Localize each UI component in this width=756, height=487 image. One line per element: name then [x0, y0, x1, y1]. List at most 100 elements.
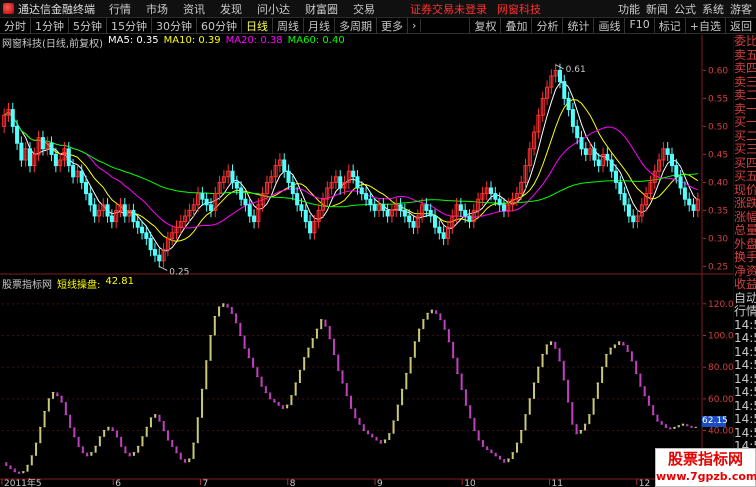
candle-body: [27, 148, 33, 167]
main-info-bar: 网窗科技(日线,前复权) MA5: 0.35 MA10: 0.39 MA20: …: [2, 35, 345, 50]
candle-body: [592, 148, 597, 161]
side-panel-label: 买四: [734, 156, 756, 170]
candle-body: [84, 181, 89, 195]
date-tick-label: 7: [203, 479, 209, 487]
candle-body: [372, 204, 377, 211]
candle-body: [92, 204, 97, 217]
candle-body: [364, 193, 369, 200]
ma10-line: [3, 98, 699, 242]
indicator-last-value: 62.15: [702, 416, 728, 427]
candle-body: [71, 165, 76, 178]
side-panel-label: 14:56: [734, 372, 756, 386]
side-panel-label: 14:56: [734, 359, 756, 372]
candle-body: [669, 153, 675, 167]
side-panel-label: 卖三: [734, 75, 756, 89]
candle-body: [687, 198, 692, 206]
price-tick-label: 0.25: [708, 262, 728, 272]
candle-body: [691, 204, 696, 211]
watermark-logo: 股票指标网 www.7gpzb.com: [655, 448, 756, 487]
side-panel-label: 卖一: [734, 102, 756, 116]
candle-body: [385, 209, 390, 217]
candle-body: [631, 215, 636, 223]
side-panel-label: 卖二: [734, 89, 756, 102]
candle-body: [40, 137, 45, 150]
candle-body: [557, 69, 562, 83]
side-panel-label: 委比: [734, 35, 756, 48]
side-panel-label: 买五: [734, 170, 756, 183]
side-panel-label: 行情: [734, 305, 756, 318]
quote-side-panel: 委比 卖五 卖四 卖三 卖二 卖一 买一 买二 买三 买四 买五 现价 涨跌 涨幅 总量 外盘 换手 净资 收益 自动…: [733, 35, 756, 487]
date-tick-label: 2011年5: [4, 477, 42, 487]
candle-body: [105, 204, 110, 217]
candle-body: [368, 198, 373, 206]
chart-canvas[interactable]: 0.60 0.55 0.50 0.45 0.40 0.35 0.30 0.25 120.0 10…: [0, 0, 733, 487]
candle-body: [286, 170, 291, 183]
candle-body: [609, 159, 614, 172]
candle-body: [441, 232, 446, 239]
low-price-label: 0.25: [169, 267, 189, 277]
price-annotations: 0.61 0.25: [159, 64, 586, 277]
high-price-label: 0.61: [566, 65, 586, 75]
candle-body: [308, 221, 313, 234]
candle-body: [200, 193, 205, 200]
watermark-line2: www.7gpzb.com: [656, 470, 756, 483]
candle-body: [243, 198, 248, 206]
candle-body: [66, 148, 71, 167]
candle-body: [613, 170, 618, 183]
indicator-title: 股票指标网: [2, 280, 52, 291]
side-panel-label: 卖五: [734, 48, 756, 62]
candle-body: [230, 170, 235, 183]
date-tick-label: 11: [552, 479, 563, 487]
candle-body: [252, 215, 257, 223]
ma20-label: MA20: 0.38: [225, 35, 283, 46]
side-panel-label: 14:56: [734, 413, 756, 426]
candle-body: [398, 204, 403, 211]
candle-body: [359, 187, 364, 195]
indicator-value: 42.81: [105, 276, 135, 287]
side-panel-label: 14:56: [734, 332, 756, 345]
candle-body: [678, 176, 683, 189]
candle-body: [402, 209, 407, 217]
candle-body: [605, 153, 610, 161]
menu-guest[interactable]: 游客: [730, 1, 752, 17]
stock-title: 网窗科技(日线,前复权): [2, 39, 103, 50]
candlestick-series: [2, 63, 700, 268]
main-price-axis: 0.60 0.55 0.50 0.45 0.40 0.35 0.30 0.25: [703, 66, 728, 272]
candle-body: [152, 249, 157, 256]
chart-grid: [0, 35, 733, 487]
price-tick-label: 0.35: [708, 206, 728, 216]
candle-body: [299, 204, 304, 211]
candle-body: [355, 176, 360, 189]
side-panel-label: 换手: [734, 251, 756, 264]
candle-body: [437, 226, 442, 234]
candle-body: [122, 204, 127, 217]
indicator-name: 短线操盘:: [57, 280, 101, 291]
price-tick-label: 0.30: [708, 234, 728, 244]
candle-body: [290, 181, 295, 195]
candle-body: [596, 159, 601, 167]
side-panel-label: 净资: [734, 264, 756, 278]
candle-body: [570, 109, 575, 127]
candle-body: [562, 81, 567, 99]
price-tick-label: 0.55: [708, 94, 728, 104]
candle-body: [428, 209, 433, 217]
side-panel-label: 买二: [734, 129, 756, 143]
candle-body: [144, 232, 149, 239]
ma10-label: MA10: 0.39: [163, 35, 221, 46]
candle-body: [131, 209, 136, 223]
ma60-label: MA60: 0.40: [287, 35, 345, 46]
candle-body: [109, 215, 114, 223]
candle-body: [433, 215, 438, 228]
indicator-tick-label: 80.00: [708, 363, 733, 373]
candle-body: [626, 204, 631, 217]
candle-body: [10, 109, 15, 127]
indicator-tick-label: 40.00: [708, 427, 733, 437]
candle-body: [424, 204, 429, 211]
candle-body: [148, 237, 153, 251]
candle-body: [338, 176, 343, 189]
candle-body: [135, 221, 140, 228]
side-panel-label: 现价: [734, 183, 756, 197]
candle-body: [204, 198, 209, 206]
candle-body: [458, 204, 463, 211]
candle-body: [618, 181, 623, 195]
